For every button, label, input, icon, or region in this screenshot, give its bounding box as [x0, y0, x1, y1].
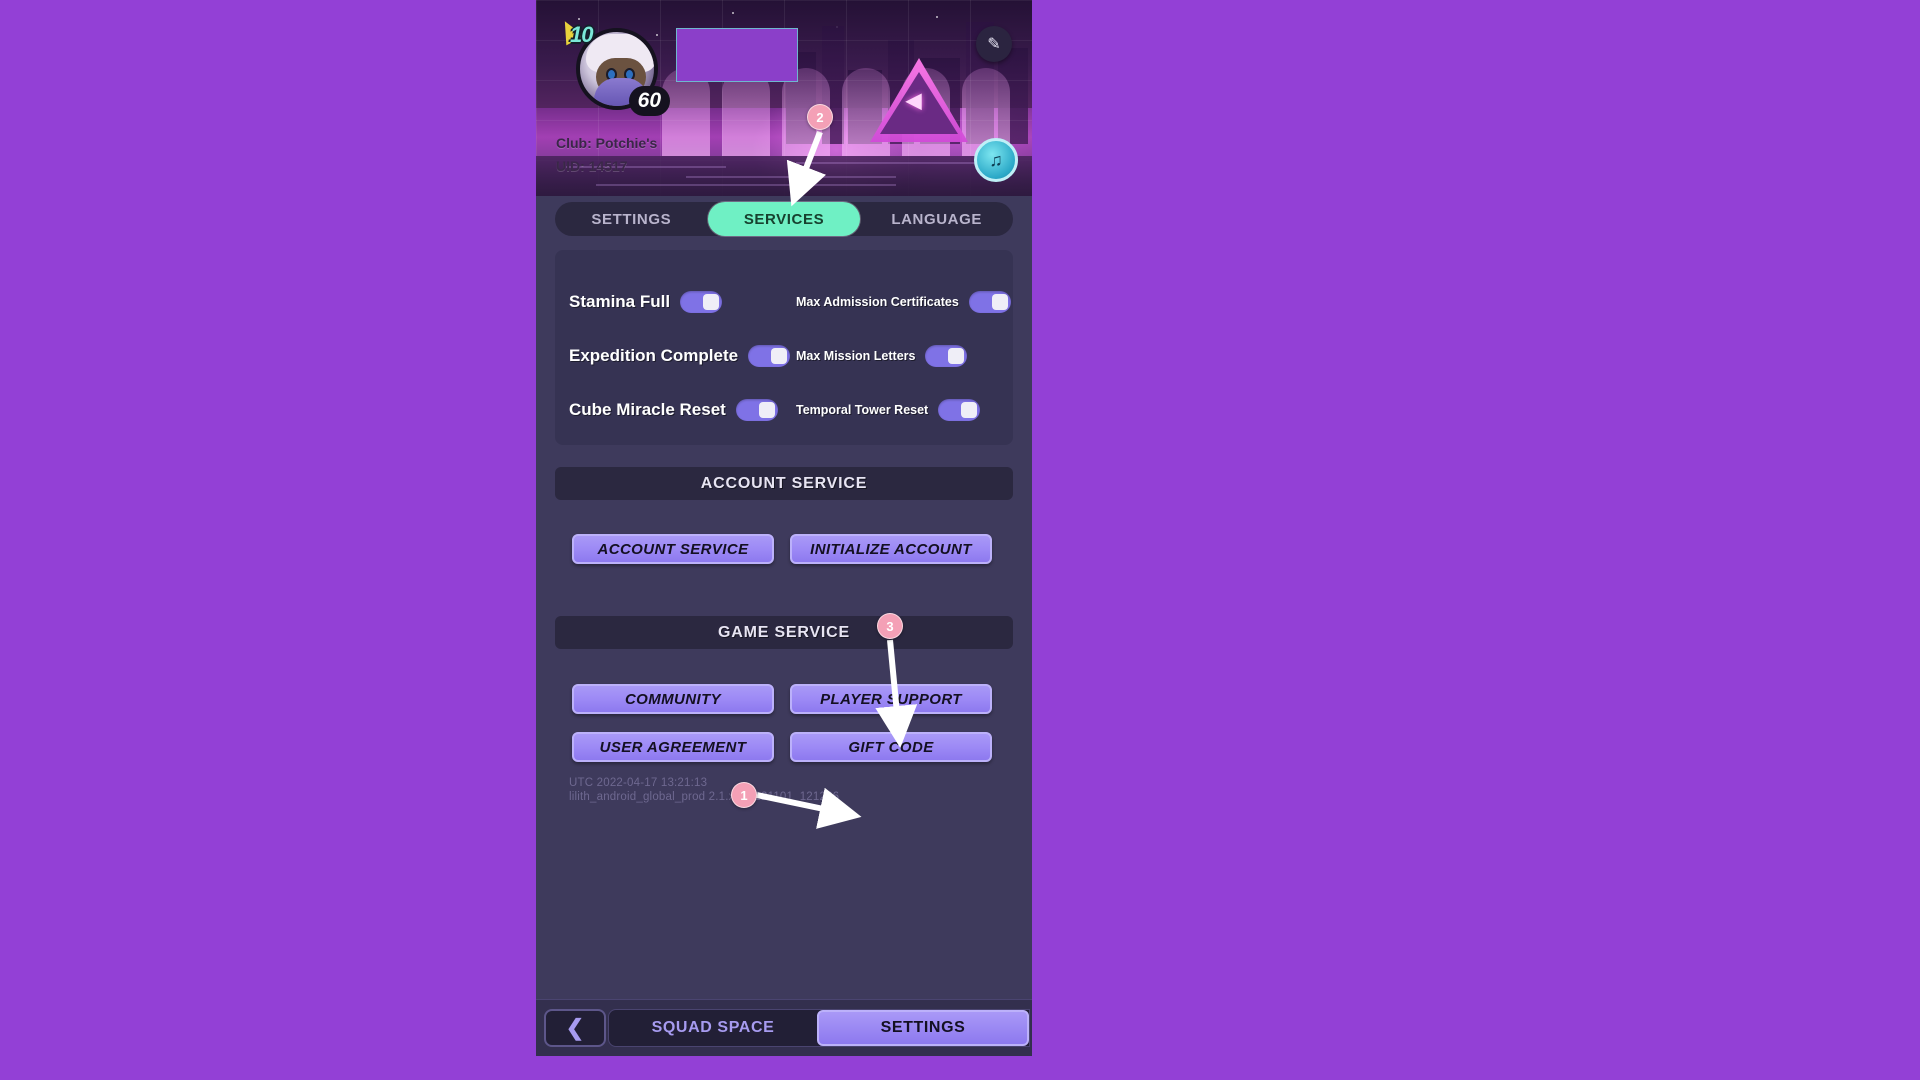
avatar-power: 60	[628, 86, 670, 116]
toggle-max-mission-letters[interactable]: Max Mission Letters	[796, 345, 968, 367]
club-label: Club: Potchie's	[556, 135, 658, 151]
services-toggle-card: Stamina Full Max Admission Certificates …	[555, 250, 1013, 445]
avatar-level: 10	[570, 22, 594, 47]
annotation-marker-3: 3	[877, 613, 903, 639]
section-header-account-service: ACCOUNT SERVICE	[555, 467, 1013, 500]
game-app-panel: ◀ 10 60 ✎ ♫ Club: Potchie's UID: 14517 S…	[536, 0, 1032, 1056]
tab-language[interactable]: LANGUAGE	[860, 202, 1013, 236]
gift-code-button[interactable]: GIFT CODE	[790, 732, 992, 762]
toggle-temporal-tower-reset[interactable]: Temporal Tower Reset	[796, 399, 981, 421]
player-support-button[interactable]: PLAYER SUPPORT	[790, 684, 992, 714]
tab-services[interactable]: SERVICES	[707, 202, 861, 236]
player-avatar[interactable]: 10 60	[556, 16, 670, 116]
toggle-row: Expedition Complete Max Mission Letters	[555, 334, 1013, 378]
music-note-icon[interactable]: ♫	[974, 138, 1018, 182]
toggle-switch[interactable]	[925, 345, 968, 367]
bottom-navigation-bar: ❮ SQUAD SPACE SETTINGS	[536, 999, 1032, 1056]
community-button[interactable]: COMMUNITY	[572, 684, 774, 714]
user-agreement-button[interactable]: USER AGREEMENT	[572, 732, 774, 762]
nav-settings[interactable]: SETTINGS	[817, 1010, 1029, 1046]
profile-meta: Club: Potchie's UID: 14517	[556, 132, 657, 178]
build-version: lilith_android_global_prod 2.1.x50_12110…	[569, 791, 840, 803]
toggle-label: Expedition Complete	[569, 346, 739, 365]
neon-chevron-icon: ◀	[906, 90, 922, 112]
annotation-marker-2: 2	[807, 104, 833, 130]
utc-timestamp: UTC 2022-04-17 13:21:13	[569, 777, 708, 789]
toggle-row: Stamina Full Max Admission Certificates	[555, 280, 1013, 324]
toggle-label: Cube Miracle Reset	[569, 400, 726, 419]
settings-tabbar: SETTINGS SERVICES LANGUAGE	[555, 202, 1013, 236]
player-name-plate	[676, 28, 798, 82]
toggle-switch[interactable]	[748, 345, 791, 367]
profile-hero-banner: ◀ 10 60 ✎ ♫ Club: Potchie's UID: 14517	[536, 0, 1032, 196]
toggle-label: Max Mission Letters	[796, 349, 916, 363]
section-header-game-service: GAME SERVICE	[555, 616, 1013, 649]
toggle-max-admission-certificates[interactable]: Max Admission Certificates	[796, 291, 1011, 313]
toggle-label: Stamina Full	[569, 292, 671, 311]
screen-root: ◀ 10 60 ✎ ♫ Club: Potchie's UID: 14517 S…	[0, 0, 1920, 1080]
toggle-label: Temporal Tower Reset	[796, 403, 929, 417]
toggle-switch[interactable]	[968, 291, 1011, 313]
nav-squad-space[interactable]: SQUAD SPACE	[609, 1010, 817, 1046]
uid-label: UID: 14517	[556, 158, 628, 174]
toggle-switch[interactable]	[735, 399, 778, 421]
toggle-label: Max Admission Certificates	[796, 295, 959, 309]
toggle-cube-miracle-reset[interactable]: Cube Miracle Reset	[569, 399, 778, 421]
initialize-account-button[interactable]: INITIALIZE ACCOUNT	[790, 534, 992, 564]
annotation-marker-1: 1	[731, 782, 757, 808]
toggle-switch[interactable]	[938, 399, 981, 421]
bottom-nav-track: SQUAD SPACE SETTINGS	[608, 1009, 1030, 1047]
toggle-expedition-complete[interactable]: Expedition Complete	[569, 345, 791, 367]
chevron-left-icon[interactable]: ❮	[544, 1009, 606, 1047]
tab-settings[interactable]: SETTINGS	[555, 202, 708, 236]
toggle-switch[interactable]	[680, 291, 723, 313]
toggle-stamina-full[interactable]: Stamina Full	[569, 291, 723, 313]
account-service-button[interactable]: ACCOUNT SERVICE	[572, 534, 774, 564]
toggle-row: Cube Miracle Reset Temporal Tower Reset	[555, 388, 1013, 432]
pencil-icon[interactable]: ✎	[976, 26, 1012, 62]
